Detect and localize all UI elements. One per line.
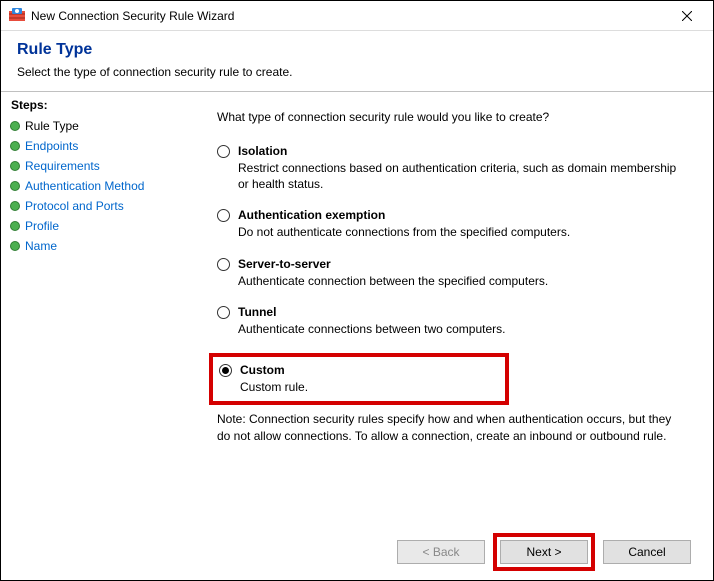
step-bullet-icon xyxy=(11,122,19,130)
main-panel: What type of connection security rule wo… xyxy=(193,92,713,524)
step-label: Authentication Method xyxy=(25,179,144,193)
close-button[interactable] xyxy=(667,2,707,30)
step-bullet-icon xyxy=(11,162,19,170)
steps-list: Rule Type Endpoints Requirements Authent… xyxy=(1,116,193,256)
wizard-header: Rule Type Select the type of connection … xyxy=(1,31,713,91)
page-title: Rule Type xyxy=(17,41,697,59)
option-server-to-server[interactable]: Server-to-server Authenticate connection… xyxy=(217,257,689,289)
step-bullet-icon xyxy=(11,142,19,150)
option-desc: Authenticate connections between two com… xyxy=(238,321,689,337)
steps-header: Steps: xyxy=(1,96,193,116)
radio-icon[interactable] xyxy=(219,364,232,377)
wizard-question: What type of connection security rule wo… xyxy=(217,110,689,124)
radio-icon[interactable] xyxy=(217,258,230,271)
radio-icon[interactable] xyxy=(217,306,230,319)
rule-type-options: Isolation Restrict connections based on … xyxy=(217,144,689,405)
option-custom[interactable]: Custom Custom rule. xyxy=(219,363,497,395)
radio-icon[interactable] xyxy=(217,209,230,222)
step-label: Requirements xyxy=(25,159,100,173)
option-auth-exemption[interactable]: Authentication exemption Do not authenti… xyxy=(217,208,689,240)
option-desc: Custom rule. xyxy=(240,379,497,395)
step-requirements[interactable]: Requirements xyxy=(1,156,193,176)
step-name[interactable]: Name xyxy=(1,236,193,256)
option-tunnel[interactable]: Tunnel Authenticate connections between … xyxy=(217,305,689,337)
wizard-body: Steps: Rule Type Endpoints Requirements … xyxy=(1,92,713,524)
wizard-window: New Connection Security Rule Wizard Rule… xyxy=(0,0,714,581)
step-bullet-icon xyxy=(11,222,19,230)
option-label: Server-to-server xyxy=(238,257,689,271)
option-desc: Authenticate connection between the spec… xyxy=(238,273,689,289)
step-endpoints[interactable]: Endpoints xyxy=(1,136,193,156)
titlebar: New Connection Security Rule Wizard xyxy=(1,1,713,31)
page-subtitle: Select the type of connection security r… xyxy=(17,65,697,79)
step-protocol-and-ports[interactable]: Protocol and Ports xyxy=(1,196,193,216)
cancel-button[interactable]: Cancel xyxy=(603,540,691,564)
radio-icon[interactable] xyxy=(217,145,230,158)
step-authentication-method[interactable]: Authentication Method xyxy=(1,176,193,196)
wizard-footer: < Back Next > Cancel xyxy=(1,524,713,580)
option-desc: Do not authenticate connections from the… xyxy=(238,224,689,240)
firewall-icon xyxy=(9,8,25,24)
step-bullet-icon xyxy=(11,182,19,190)
option-desc: Restrict connections based on authentica… xyxy=(238,160,689,192)
step-label: Rule Type xyxy=(25,119,79,133)
step-label: Protocol and Ports xyxy=(25,199,124,213)
option-label: Isolation xyxy=(238,144,689,158)
step-profile[interactable]: Profile xyxy=(1,216,193,236)
highlight-custom: Custom Custom rule. xyxy=(209,353,509,405)
step-bullet-icon xyxy=(11,242,19,250)
steps-sidebar: Steps: Rule Type Endpoints Requirements … xyxy=(1,92,193,524)
option-label: Tunnel xyxy=(238,305,689,319)
next-button[interactable]: Next > xyxy=(500,540,588,564)
option-isolation[interactable]: Isolation Restrict connections based on … xyxy=(217,144,689,192)
window-title: New Connection Security Rule Wizard xyxy=(31,9,667,23)
step-label: Profile xyxy=(25,219,59,233)
step-bullet-icon xyxy=(11,202,19,210)
wizard-note: Note: Connection security rules specify … xyxy=(217,411,689,445)
step-rule-type[interactable]: Rule Type xyxy=(1,116,193,136)
option-label: Custom xyxy=(240,363,497,377)
step-label: Name xyxy=(25,239,57,253)
step-label: Endpoints xyxy=(25,139,78,153)
highlight-next: Next > xyxy=(493,533,595,571)
back-button[interactable]: < Back xyxy=(397,540,485,564)
option-label: Authentication exemption xyxy=(238,208,689,222)
